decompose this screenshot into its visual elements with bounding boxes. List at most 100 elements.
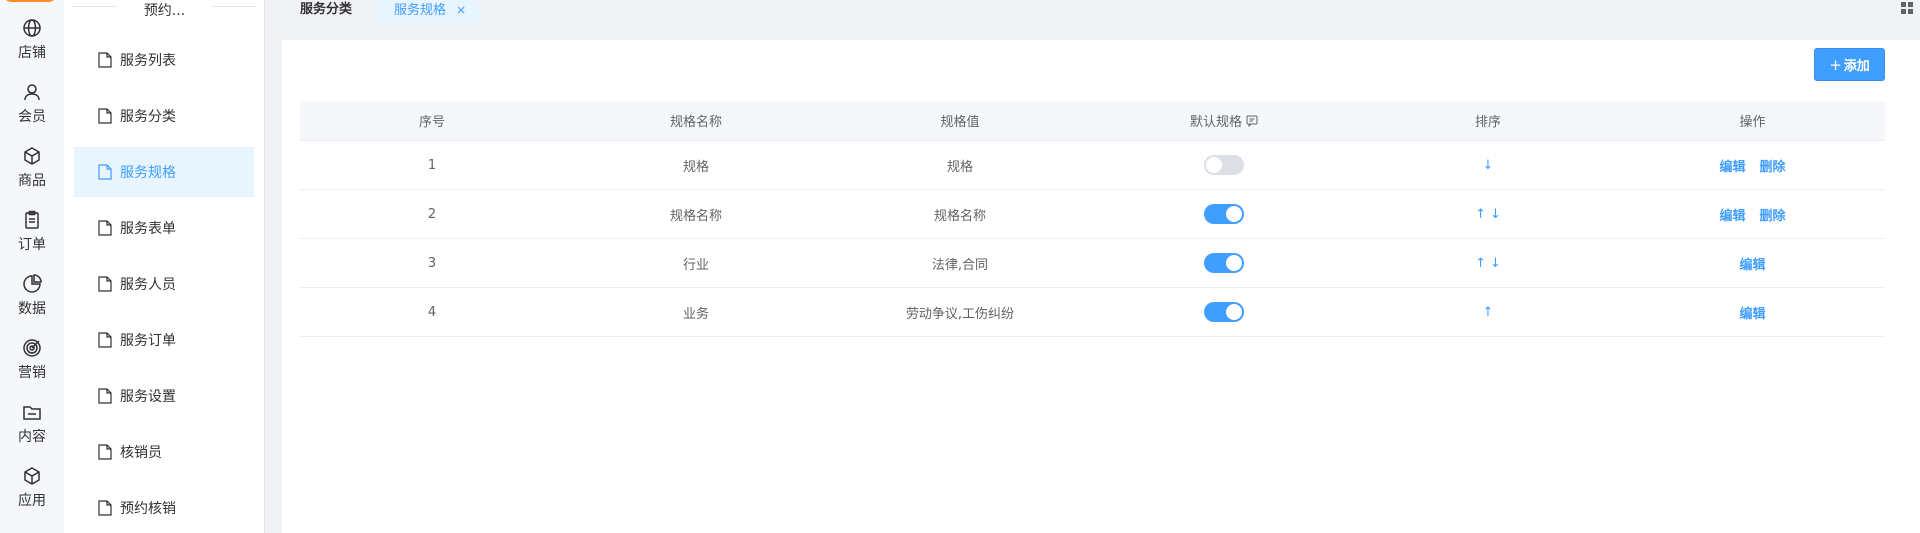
table-row: 4 业务 劳动争议,工伤纠纷 ↑ 编辑 (300, 288, 1885, 337)
document-icon (98, 276, 112, 292)
cell-sort: ↑ ↓ (1356, 239, 1620, 287)
cell-index: 1 (427, 157, 437, 173)
submenu-label: 服务列表 (120, 53, 176, 69)
cell-actions: 编辑 删除 (1620, 141, 1885, 189)
submenu-header: 预约... (72, 0, 257, 19)
main-card: + 添加 序号 规格名称 规格值 默认规格 排序 操作 1 规格 规格 ↓ 编辑… (282, 40, 1920, 533)
cell-spec-name: 行业 (682, 257, 709, 273)
cell-index: 3 (427, 255, 437, 271)
submenu-label: 服务表单 (120, 221, 176, 237)
header-default-spec-label: 默认规格 (1189, 115, 1242, 130)
cell-sort: ↑ (1356, 288, 1620, 336)
rail-item-marketing[interactable]: 营销 (0, 338, 64, 402)
document-icon (98, 444, 112, 460)
edit-link[interactable]: 编辑 (1739, 254, 1765, 273)
cell-spec-name: 规格 (682, 159, 709, 175)
arrow-down-icon[interactable]: ↓ (1483, 158, 1494, 173)
arrow-up-icon[interactable]: ↑ (1483, 305, 1494, 320)
document-icon (98, 388, 112, 404)
secondary-menu: 预约... 服务列表 服务分类 服务规格 服务表单 服务人员 服务订单 服务设置… (64, 0, 265, 533)
close-icon[interactable]: × (456, 3, 466, 17)
submenu-label: 服务分类 (120, 109, 176, 125)
rail-item-goods[interactable]: 商品 (0, 146, 64, 210)
edit-link[interactable]: 编辑 (1739, 303, 1765, 322)
submenu-item-verifier[interactable]: 核销员 (74, 427, 254, 477)
arrow-down-icon[interactable]: ↓ (1490, 207, 1501, 222)
rail-item-order[interactable]: 订单 (0, 210, 64, 274)
cell-spec-value: 法律,合同 (931, 257, 989, 273)
toggle-knob (1226, 304, 1242, 320)
rail-item-store[interactable]: 店铺 (0, 18, 64, 82)
document-icon (98, 332, 112, 348)
add-button-label: 添加 (1843, 59, 1870, 74)
table-row: 2 规格名称 规格名称 ↑ ↓ 编辑 删除 (300, 190, 1885, 239)
submenu-item-service-category[interactable]: 服务分类 (74, 91, 254, 141)
rail-item-member[interactable]: 会员 (0, 82, 64, 146)
toggle-knob (1206, 157, 1222, 173)
globe-icon (23, 19, 41, 37)
plus-icon: + (1829, 55, 1842, 74)
edit-link[interactable]: 编辑 (1719, 205, 1745, 224)
submenu-label: 服务订单 (120, 333, 176, 349)
cell-index: 4 (427, 304, 437, 320)
submenu-label: 服务人员 (120, 277, 176, 293)
submenu-item-service-order[interactable]: 服务订单 (74, 315, 254, 365)
default-toggle[interactable] (1204, 155, 1244, 175)
rail-label: 订单 (18, 237, 46, 253)
default-toggle[interactable] (1204, 302, 1244, 322)
document-icon (98, 164, 112, 180)
add-button[interactable]: + 添加 (1814, 48, 1885, 81)
header-actions: 操作 (1739, 115, 1766, 130)
document-icon (98, 500, 112, 516)
target-icon (23, 339, 41, 357)
toggle-knob (1226, 255, 1242, 271)
cell-spec-value: 劳动争议,工伤纠纷 (905, 306, 1015, 322)
submenu-label: 预约核销 (120, 501, 176, 517)
clipboard-icon (25, 210, 39, 229)
default-toggle[interactable] (1204, 253, 1244, 273)
submenu-item-service-spec[interactable]: 服务规格 (74, 147, 254, 197)
document-icon (98, 52, 112, 68)
submenu-item-service-staff[interactable]: 服务人员 (74, 259, 254, 309)
submenu-item-service-list[interactable]: 服务列表 (74, 35, 254, 85)
rail-item-apps[interactable]: 应用 (0, 466, 64, 530)
cell-spec-value: 规格 (946, 159, 973, 175)
tab-service-spec[interactable]: 服务规格 × (374, 0, 480, 24)
rail-item-data[interactable]: 数据 (0, 274, 64, 338)
cell-actions: 编辑 删除 (1620, 190, 1885, 238)
tab-service-category[interactable]: 服务分类 (300, 0, 352, 24)
table-row: 1 规格 规格 ↓ 编辑 删除 (300, 141, 1885, 190)
header-index: 序号 (418, 115, 445, 130)
cell-sort: ↑ ↓ (1356, 190, 1620, 238)
cube-icon (24, 467, 40, 485)
submenu-label: 服务设置 (120, 389, 176, 405)
pie-chart-icon (23, 274, 42, 293)
submenu-item-booking-verify[interactable]: 预约核销 (74, 483, 254, 533)
arrow-up-icon[interactable]: ↑ (1475, 207, 1486, 222)
grid-icon[interactable] (1900, 1, 1914, 15)
delete-link[interactable]: 删除 (1760, 156, 1786, 175)
arrow-down-icon[interactable]: ↓ (1490, 256, 1501, 271)
rail-item-content[interactable]: 内容 (0, 402, 64, 466)
submenu-item-service-form[interactable]: 服务表单 (74, 203, 254, 253)
cell-default (1092, 190, 1356, 238)
document-icon (98, 108, 112, 124)
cell-spec-value: 规格名称 (933, 208, 986, 224)
table-header-row: 序号 规格名称 规格值 默认规格 排序 操作 (300, 101, 1885, 141)
edit-link[interactable]: 编辑 (1719, 156, 1745, 175)
delete-link[interactable]: 删除 (1760, 205, 1786, 224)
rail-label: 店铺 (18, 45, 46, 61)
rail-label: 会员 (18, 109, 46, 125)
submenu-label: 服务规格 (120, 165, 176, 181)
rail-label: 内容 (18, 429, 46, 445)
rail-label: 数据 (18, 301, 46, 317)
arrow-up-icon[interactable]: ↑ (1475, 256, 1486, 271)
default-toggle[interactable] (1204, 204, 1244, 224)
submenu-item-service-settings[interactable]: 服务设置 (74, 371, 254, 421)
cell-index: 2 (427, 206, 437, 222)
main-nav-rail: 店铺 会员 商品 订单 数据 营销 内容 应用 (0, 0, 64, 533)
comment-icon[interactable] (1246, 115, 1258, 127)
folder-icon (23, 406, 41, 420)
tab-label: 服务分类 (300, 2, 353, 17)
rail-label: 应用 (18, 493, 46, 509)
